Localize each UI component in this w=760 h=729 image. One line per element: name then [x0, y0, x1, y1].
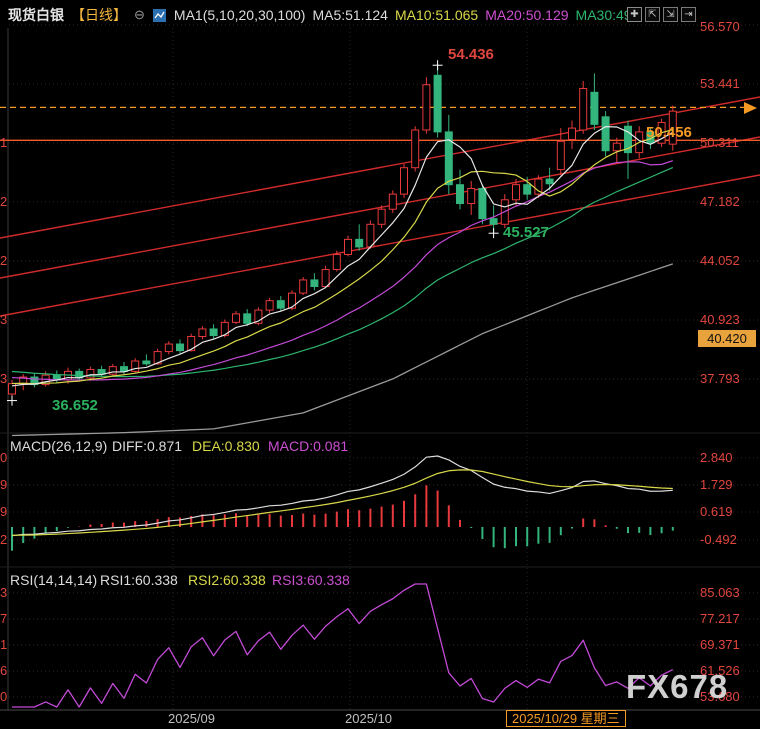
price-axis-label: 40.923 — [700, 313, 740, 327]
timeframe-label: 【日线】 — [71, 5, 127, 25]
macd-axis-label: 2.840 — [700, 451, 733, 465]
current-date-box: 2025/10/29 星期三 — [506, 710, 626, 727]
move-crosshair-icon[interactable]: ✚ — [627, 7, 642, 22]
watermark: FX678 — [626, 668, 728, 706]
left-axis-clip: 2 — [0, 254, 10, 268]
x-axis-month-label: 2025/10 — [345, 712, 392, 726]
left-axis-clip: 3 — [0, 313, 10, 327]
fit-right-icon[interactable]: ⇲ — [663, 7, 678, 22]
last-price-label: 50.456 — [646, 126, 692, 140]
macd-dea-value: DEA:0.830 — [192, 438, 260, 454]
macd-left-clip: 9 — [0, 505, 10, 519]
chart-toolbar: ✚ ⇱ ⇲ ⇥ — [627, 7, 696, 22]
macd-left-clip: 2 — [0, 533, 10, 547]
rsi3-value: RSI3:60.338 — [272, 572, 350, 588]
rsi-axis-label: 85.063 — [700, 586, 740, 600]
rsi-left-clip: 0 — [0, 690, 10, 704]
pullback-low-annotation: 45.527 — [503, 226, 549, 240]
price-axis-label: 50.311 — [700, 136, 739, 150]
fit-left-icon[interactable]: ⇱ — [645, 7, 660, 22]
left-axis-clip: 2 — [0, 195, 10, 209]
ma10-value: MA10:51.065 — [395, 7, 478, 23]
ma20-value: MA20:50.129 — [485, 7, 568, 23]
x-axis-month-label: 2025/09 — [168, 712, 215, 726]
trading-chart-window: 现货白银 【日线】 ⊖ MA1(5,10,20,30,100) MA5:51.1… — [0, 0, 760, 729]
rsi1-value: RSI1:60.338 — [100, 572, 178, 588]
chart-header: 现货白银 【日线】 ⊖ MA1(5,10,20,30,100) MA5:51.1… — [8, 5, 635, 25]
rsi-left-clip: 6 — [0, 664, 10, 678]
shift-right-icon[interactable]: ⇥ — [681, 7, 696, 22]
ma5-value: MA5:51.124 — [312, 7, 388, 23]
price-axis-label: 47.182 — [700, 195, 740, 209]
rsi-left-clip: 7 — [0, 612, 10, 626]
left-axis-clip: 1 — [0, 136, 10, 150]
left-low-annotation: 36.652 — [52, 399, 98, 413]
ma-params-label: MA1(5,10,20,30,100) — [174, 7, 306, 23]
macd-diff-value: DIFF:0.871 — [112, 438, 182, 454]
chart-canvas[interactable] — [0, 0, 760, 729]
rsi-axis-label: 77.217 — [700, 612, 740, 626]
macd-axis-label: 0.619 — [700, 505, 733, 519]
price-axis-label: 44.052 — [700, 254, 740, 268]
rsi2-value: RSI2:60.338 — [188, 572, 266, 588]
macd-axis-label: -0.492 — [700, 533, 737, 547]
macd-left-clip: 0 — [0, 451, 10, 465]
rsi-axis-label: 69.371 — [700, 638, 740, 652]
price-axis-label: 56.570 — [700, 20, 740, 34]
mini-chart-icon[interactable] — [152, 8, 167, 23]
macd-axis-label: 1.729 — [700, 478, 733, 492]
macd-left-clip: 9 — [0, 478, 10, 492]
instrument-title: 现货白银 — [8, 5, 64, 25]
rsi-left-clip: 1 — [0, 638, 10, 652]
rsi-title: RSI(14,14,14) — [10, 572, 97, 588]
price-axis-label: 53.441 — [700, 77, 740, 91]
level-tag-40420: 40.420 — [698, 330, 756, 347]
macd-hist-value: MACD:0.081 — [268, 438, 348, 454]
left-axis-clip: 3 — [0, 372, 10, 386]
macd-title: MACD(26,12,9) — [10, 438, 107, 454]
rsi-left-clip: 3 — [0, 586, 10, 600]
price-axis-label: 37.793 — [700, 372, 740, 386]
high-price-annotation: 54.436 — [448, 48, 494, 62]
collapse-icon[interactable]: ⊖ — [134, 7, 145, 23]
